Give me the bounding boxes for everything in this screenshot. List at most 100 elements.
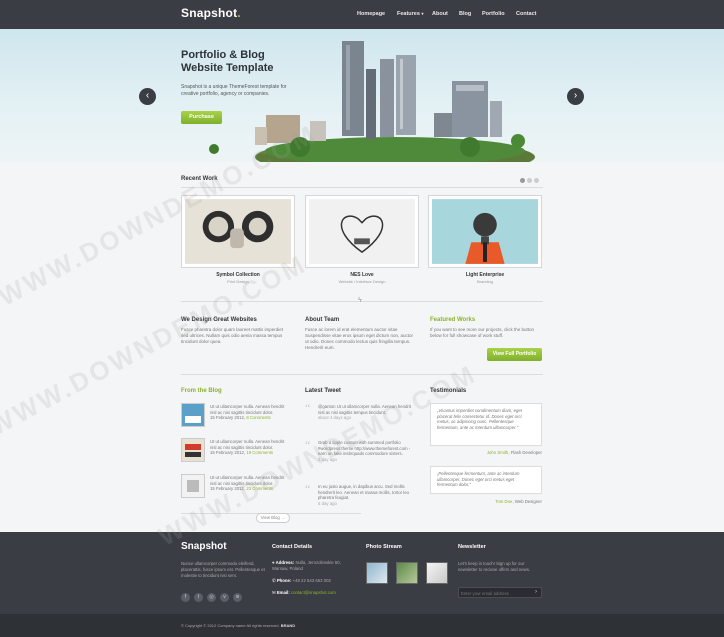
lightning-icon: ϟ [358, 297, 362, 304]
newsletter-text: Let's keep in touch! Sign up for our new… [458, 561, 531, 572]
light-enterprise-image [432, 199, 538, 264]
quote-icon: “ [305, 438, 311, 452]
photo-stream-thumb[interactable] [426, 562, 448, 584]
tweet-time: 6 day ago [318, 500, 337, 506]
work-sub-3: Branding [476, 279, 493, 284]
tweet-item: Grab a tipple custom with summed portfol… [318, 440, 414, 462]
testimonial-author: John Smith, Flash Developer [430, 450, 542, 455]
footer-logo[interactable]: Snapshot [181, 541, 227, 552]
blog-item[interactable]: Ut ut ullamcorper nulla. Aenean hendrit … [181, 474, 291, 500]
photo-stream-thumb[interactable] [396, 562, 418, 584]
feature-heading-3: Featured Works [430, 317, 476, 323]
submit-arrow-icon[interactable]: › [535, 589, 537, 595]
quote-icon: “ [305, 482, 311, 496]
blog-text[interactable]: Ut ut ullamcorper nulla. Aenean hendrit … [210, 404, 284, 415]
newsletter-email-input[interactable] [461, 589, 529, 597]
facebook-icon[interactable]: f [181, 593, 190, 602]
work-title-3[interactable]: Light Enterprise [428, 272, 542, 278]
phone-label: Phone: [276, 578, 292, 583]
tweet-item: @ganton Ut ut ullamcorper nulla. Aenean … [318, 404, 414, 421]
vimeo-icon[interactable]: v [220, 593, 229, 602]
symbol-collection-image [185, 199, 291, 264]
slider-prev-button[interactable]: ‹ [139, 88, 156, 105]
chevron-down-icon: ▾ [421, 11, 424, 16]
email-label: Email: [276, 590, 290, 595]
blog-text[interactable]: Ut ut ullamcorper nulla. Aenean hendrit … [210, 439, 284, 450]
work-title-2[interactable]: NES Love [305, 272, 419, 278]
nav-features-label: Features [397, 11, 420, 17]
newsletter-heading: Newsletter [458, 544, 486, 550]
tweet-text[interactable]: @ganton Ut ut ullamcorper nulla. Aenean … [318, 404, 411, 415]
work-sub-1: Print Design [227, 279, 249, 284]
footer-about-text: Nunce ullamcorper commodo eleifend, plac… [181, 561, 265, 578]
hero-city-illustration [209, 41, 535, 162]
blog-thumbnail[interactable] [181, 438, 205, 462]
nav-blog[interactable]: Blog [459, 11, 471, 17]
nav-portfolio[interactable]: Portfolio [482, 11, 505, 17]
blog-text[interactable]: Ut ut ullamcorper nulla. Aenean hendrit … [210, 475, 284, 486]
tweet-text[interactable]: In eu justo augue, in dapibus arcu. Sed … [318, 484, 409, 500]
work-card-nes[interactable] [305, 195, 419, 268]
blog-meta: 15 February 2012, [210, 450, 247, 455]
slider-next-button[interactable]: › [567, 88, 584, 105]
work-card-symbol[interactable] [181, 195, 295, 268]
chevron-right-icon: › [573, 90, 578, 101]
carousel-dots[interactable] [518, 178, 539, 185]
author-role: , Flash Developer [508, 450, 542, 455]
blog-item[interactable]: Ut ut ullamcorper nulla. Aenean hendrit … [181, 438, 291, 464]
dot-3[interactable] [534, 178, 539, 183]
nav-homepage[interactable]: Homepage [357, 11, 385, 17]
site-logo[interactable]: Snapshot. [181, 6, 241, 20]
dribbble-icon[interactable]: ◎ [207, 593, 216, 602]
tweet-time: about 4 days ago [318, 415, 351, 420]
email-link[interactable]: contact@snapshot.com [291, 590, 336, 595]
contact-heading: Contact Details [272, 544, 313, 550]
nes-love-image [309, 199, 415, 264]
blog-comments-link[interactable]: 8 Comments [246, 415, 270, 420]
blog-item[interactable]: Ut ut ullamcorper nulla. Aenean hendrit … [181, 403, 291, 429]
blog-heading: From the Blog [181, 388, 222, 394]
tweet-item: In eu justo augue, in dapibus arcu. Sed … [318, 484, 414, 506]
mail-icon: ✉ [272, 590, 276, 595]
view-blog-button[interactable]: View Blog → [256, 513, 290, 523]
blog-comments-link[interactable]: 23 Comments [246, 486, 273, 491]
address-row: ⌖ Address: Nulla, Jerozolimskie 50, Wars… [272, 560, 357, 572]
divider [181, 374, 543, 375]
dot-1[interactable] [520, 178, 525, 183]
feature-heading-1: We Design Great Websites [181, 317, 257, 323]
tweet-text[interactable]: Grab a tipple custom with summed portfol… [318, 440, 410, 456]
feature-text-3: If you want to see more our projects, cl… [430, 327, 535, 338]
purchase-button[interactable]: Purchase [181, 111, 222, 124]
author-role: , Web Designer [512, 499, 542, 504]
nav-features[interactable]: Features ▾ [397, 11, 423, 17]
nav-contact[interactable]: Contact [516, 11, 536, 17]
work-title-1[interactable]: Symbol Collection [181, 272, 295, 278]
work-card-light[interactable] [428, 195, 542, 268]
hero-slider: ‹ › [0, 29, 724, 162]
divider [181, 187, 543, 188]
phone-row: ✆ Phone: +48 22 543 653 002 [272, 578, 357, 584]
map-pin-icon: ⌖ [272, 560, 275, 565]
photo-stream-thumb[interactable] [366, 562, 388, 584]
blog-comments-link[interactable]: 19 Comments [246, 450, 273, 455]
nav-about[interactable]: About [432, 11, 448, 17]
twitter-icon[interactable]: t [194, 593, 203, 602]
divider [181, 301, 543, 302]
testimonial-quote: „Pellentesque fermentum, ante ac interdu… [430, 466, 542, 494]
address-label: Address: [275, 560, 295, 565]
quote-icon: “ [305, 401, 311, 415]
dot-2[interactable] [527, 178, 532, 183]
email-row: ✉ Email: contact@snapshot.com [272, 590, 357, 596]
work-sub-2: Website / Interface Design [338, 279, 386, 284]
blog-meta: 15 February 2012, [210, 415, 247, 420]
author-name: Tom Doe [495, 499, 513, 504]
copyright-brand-link[interactable]: BRAND [281, 623, 295, 628]
view-portfolio-button[interactable]: View Full Portfolio [487, 348, 542, 361]
blog-thumbnail[interactable] [181, 403, 205, 427]
rss-icon[interactable]: ≋ [233, 593, 242, 602]
photo-stream-heading: Photo Stream [366, 544, 402, 550]
footer-bottom-bar [0, 614, 724, 637]
blog-thumbnail[interactable] [181, 474, 205, 498]
recent-work-heading: Recent Work [181, 176, 218, 182]
testimonial-author: Tom Doe, Web Designer [430, 499, 542, 504]
